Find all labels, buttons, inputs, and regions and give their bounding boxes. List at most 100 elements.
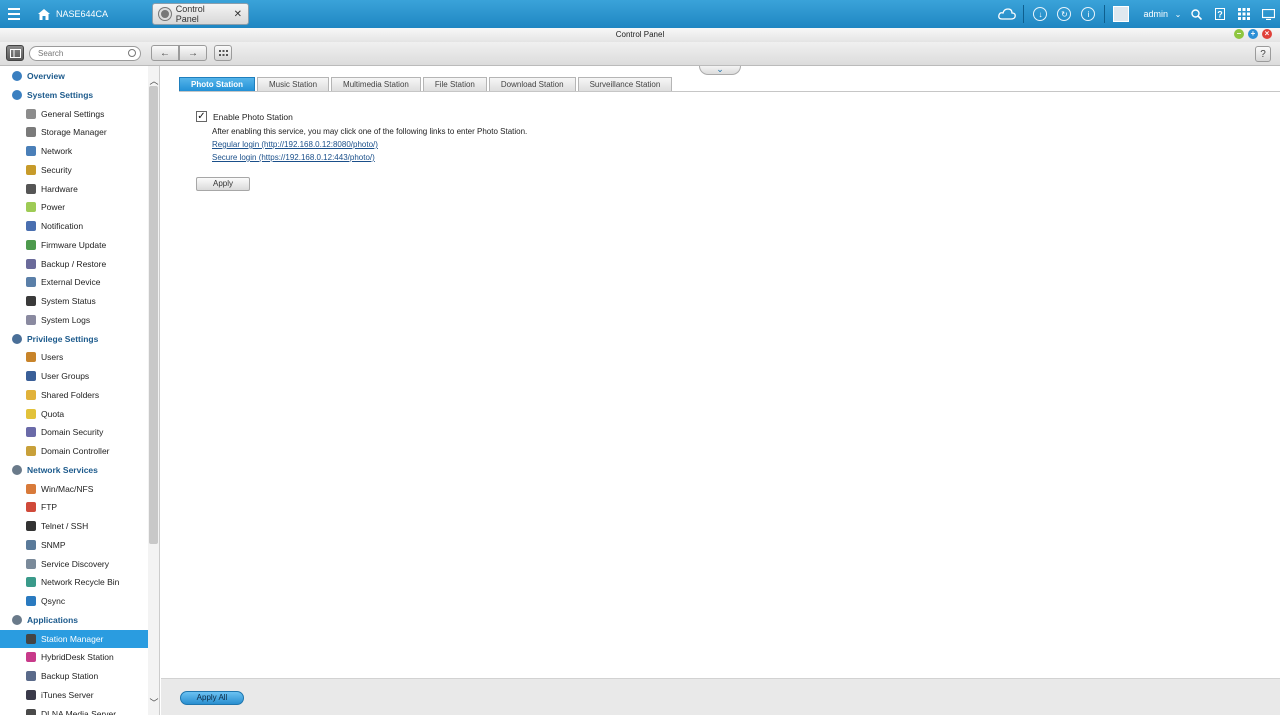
home-tab[interactable]: NASE644CA — [28, 0, 118, 28]
help-button[interactable]: ? — [1255, 46, 1271, 62]
sidebar-item-network[interactable]: Network — [0, 142, 148, 160]
sidebar-item-notification[interactable]: Notification — [0, 217, 148, 235]
sidebar-item-external-device[interactable]: External Device — [0, 273, 148, 291]
user-name[interactable]: admin — [1133, 9, 1172, 19]
sidebar-item-general-settings[interactable]: General Settings — [0, 105, 148, 123]
tab-file-station[interactable]: File Station — [422, 77, 487, 91]
sidebar-item-domain-controller[interactable]: Domain Controller — [0, 442, 148, 460]
folder-icon — [26, 389, 36, 400]
sidebar-item-label: Domain Controller — [41, 446, 110, 456]
download-icon[interactable]: ↓ — [1028, 0, 1052, 28]
secure-login-link[interactable]: Secure login (https://192.168.0.12:443/p… — [212, 153, 375, 162]
sidebar-item-overview[interactable]: Overview — [0, 67, 148, 85]
grid-apps-icon[interactable] — [1232, 0, 1256, 28]
sidebar-item-label: User Groups — [41, 371, 90, 381]
sidebar-item-dlna-media-server[interactable]: DLNA Media Server — [0, 705, 148, 715]
sidebar-item-ftp[interactable]: FTP — [0, 498, 148, 516]
sidebar-item-shared-folders[interactable]: Shared Folders — [0, 386, 148, 404]
sidebar-item-domain-security[interactable]: Domain Security — [0, 423, 148, 441]
sidebar-item-firmware-update[interactable]: Firmware Update — [0, 236, 148, 254]
overview-icon — [12, 71, 22, 81]
sidebar-item-privilege-settings[interactable]: Privilege Settings — [0, 330, 148, 348]
sidebar-item-hybriddesk-station[interactable]: HybridDesk Station — [0, 648, 148, 666]
sidebar-item-applications[interactable]: Applications — [0, 611, 148, 629]
menu-icon[interactable] — [0, 0, 28, 28]
search-icon[interactable] — [1184, 0, 1208, 28]
control-panel-tab[interactable]: Control Panel ✕ — [152, 3, 249, 25]
chevron-down-icon[interactable]: ⌄ — [1172, 0, 1184, 28]
tab-photo-station[interactable]: Photo Station — [179, 77, 255, 91]
sidebar-item-qsync[interactable]: Qsync — [0, 592, 148, 610]
sidebar-item-backup-station[interactable]: Backup Station — [0, 667, 148, 685]
tab-surveillance-station[interactable]: Surveillance Station — [577, 77, 673, 91]
itunes-icon — [26, 689, 36, 700]
maximize-button[interactable]: + — [1248, 29, 1258, 39]
sidebar-item-storage-manager[interactable]: Storage Manager — [0, 123, 148, 141]
network-services-icon — [12, 464, 22, 475]
general-settings-icon — [26, 108, 36, 119]
scroll-up-icon[interactable]: ︿ — [149, 74, 159, 86]
apply-button[interactable]: Apply — [196, 177, 250, 191]
sidebar-item-network-services[interactable]: Network Services — [0, 461, 148, 479]
sidebar-item-station-manager[interactable]: Station Manager — [0, 629, 148, 648]
service-discovery-icon — [26, 558, 36, 569]
apply-all-button[interactable]: Apply All — [180, 691, 244, 705]
help-icon[interactable]: ? — [1208, 0, 1232, 28]
sidebar-item-label: iTunes Server — [41, 689, 94, 700]
tab-music-station[interactable]: Music Station — [257, 77, 330, 91]
close-tab-icon[interactable]: ✕ — [234, 9, 242, 20]
monitor-icon[interactable] — [1256, 0, 1280, 28]
close-button[interactable]: × — [1262, 29, 1272, 39]
scroll-down-icon[interactable]: ﹀ — [149, 696, 159, 708]
sidebar-item-user-groups[interactable]: User Groups — [0, 367, 148, 385]
grid-view-button[interactable] — [214, 45, 232, 61]
regular-login-link[interactable]: Regular login (http://192.168.0.12:8080/… — [212, 140, 378, 149]
minimize-button[interactable]: – — [1234, 29, 1244, 39]
sidebar-item-network-recycle-bin[interactable]: Network Recycle Bin — [0, 573, 148, 591]
sidebar-item-users[interactable]: Users — [0, 348, 148, 366]
sidebar-item-win-mac-nfs[interactable]: Win/Mac/NFS — [0, 480, 148, 498]
forward-button[interactable]: → — [179, 45, 207, 61]
sidebar-item-system-logs[interactable]: System Logs — [0, 311, 148, 329]
tab-download-station[interactable]: Download Station — [488, 77, 576, 91]
sidebar-item-security[interactable]: Security — [0, 161, 148, 179]
user-groups-icon — [26, 371, 36, 381]
sidebar-item-itunes-server[interactable]: iTunes Server — [0, 686, 148, 704]
scrollbar-thumb[interactable] — [149, 86, 158, 544]
sidebar-item-label: System Logs — [41, 314, 91, 325]
sidebar-item-hardware[interactable]: Hardware — [0, 180, 148, 198]
sync-icon[interactable]: ↻ — [1052, 0, 1076, 28]
domain-controller-icon — [26, 446, 36, 456]
hardware-icon — [26, 183, 36, 194]
sidebar-item-quota[interactable]: Quota — [0, 405, 148, 423]
sidebar-item-system-settings[interactable]: System Settings — [0, 86, 148, 104]
divider — [1104, 5, 1106, 23]
sidebar-item-label: Qsync — [41, 596, 66, 606]
sidebar-item-service-discovery[interactable]: Service Discovery — [0, 555, 148, 573]
sidebar-item-power[interactable]: Power — [0, 198, 148, 216]
sidebar-item-label: FTP — [41, 502, 58, 513]
control-panel-icon — [159, 8, 171, 20]
enable-photo-station-label: Enable Photo Station — [213, 112, 293, 122]
sidebar-item-label: Users — [41, 352, 64, 363]
sidebar-item-system-status[interactable]: System Status — [0, 292, 148, 310]
sidebar-toggle-button[interactable] — [6, 45, 24, 61]
tab-multimedia-station[interactable]: Multimedia Station — [331, 77, 421, 91]
enable-photo-station-checkbox[interactable]: ✓ — [196, 111, 207, 122]
cloud-icon[interactable] — [995, 0, 1019, 28]
collapse-panel-icon[interactable]: ⌄ — [699, 65, 741, 75]
tab-divider — [179, 91, 1280, 92]
sidebar-item-telnet-ssh[interactable]: Telnet / SSH — [0, 517, 148, 535]
sidebar-item-label: General Settings — [41, 108, 105, 119]
sidebar-item-snmp[interactable]: SNMP — [0, 536, 148, 554]
search-input[interactable] — [29, 46, 141, 61]
backup-station-icon — [26, 671, 36, 681]
monitor-icon — [26, 296, 36, 306]
back-button[interactable]: ← — [151, 45, 179, 61]
sidebar-item-backup-restore[interactable]: Backup / Restore — [0, 255, 148, 273]
info-icon[interactable]: i — [1076, 0, 1100, 28]
sidebar-item-label: Applications — [27, 614, 79, 625]
avatar[interactable] — [1109, 0, 1133, 28]
sidebar-item-label: Win/Mac/NFS — [41, 483, 94, 494]
firmware-icon — [26, 239, 36, 250]
